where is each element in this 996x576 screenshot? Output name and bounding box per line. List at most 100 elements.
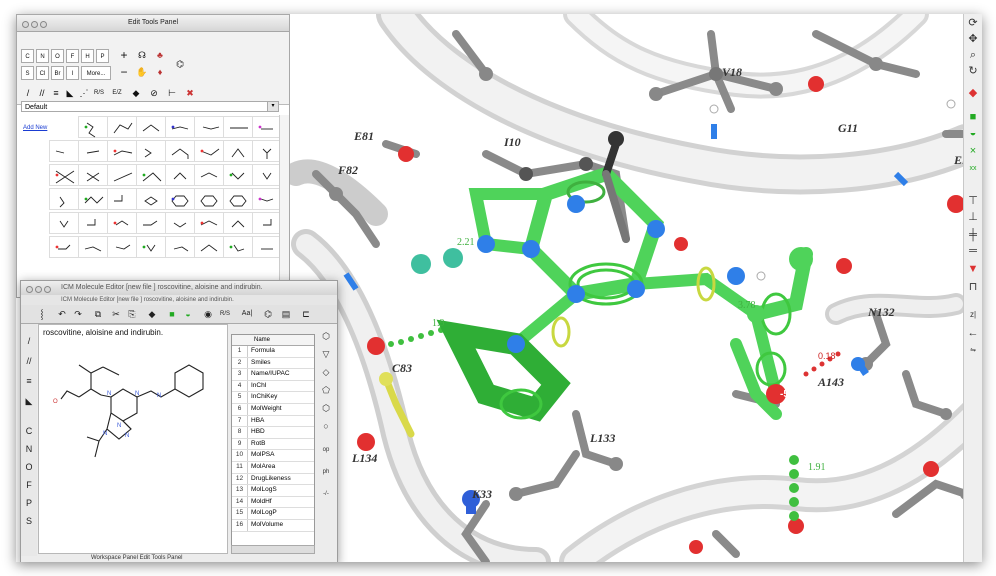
- fragment-cell[interactable]: [165, 212, 195, 234]
- fragment-cell[interactable]: [165, 236, 195, 258]
- delete-icon[interactable]: ✖: [183, 86, 197, 100]
- align-bottom-icon[interactable]: ═: [966, 244, 980, 258]
- fragment-cell[interactable]: [165, 164, 195, 186]
- close-button[interactable]: [26, 286, 33, 293]
- fragment-cell[interactable]: [107, 236, 137, 258]
- fragment-cell[interactable]: [194, 164, 224, 186]
- zoom-button[interactable]: [44, 286, 51, 293]
- pentagon-tool-icon[interactable]: ⬠: [319, 383, 333, 397]
- bond-length-icon[interactable]: ⊢: [165, 86, 179, 100]
- cut-icon[interactable]: ✂: [109, 307, 123, 321]
- edit-tools-panel-titlebar[interactable]: Edit Tools Panel: [17, 15, 289, 32]
- fragment-cell[interactable]: [136, 188, 166, 210]
- fragment-cell[interactable]: [78, 236, 108, 258]
- molecule-2d-canvas[interactable]: roscovitine, aloisine and indirubin. N N…: [38, 324, 228, 554]
- add-new-link[interactable]: Add New: [23, 125, 47, 131]
- property-row[interactable]: 14 MoldHf: [232, 496, 314, 509]
- fragment-cell[interactable]: [78, 188, 108, 210]
- fragment-cell[interactable]: [136, 164, 166, 186]
- triple-bond-icon[interactable]: ≡: [49, 86, 63, 100]
- molecule-editor-titlebar[interactable]: ICM Molecule Editor [new file ] roscovit…: [21, 281, 337, 295]
- move-group-icon[interactable]: ♣: [153, 48, 167, 62]
- no-entry-icon[interactable]: ⊘: [147, 86, 161, 100]
- property-row[interactable]: 2 Smiles: [232, 357, 314, 370]
- element-button-s[interactable]: S: [21, 66, 34, 80]
- rotate-icon[interactable]: ⟳: [966, 16, 980, 30]
- redo-icon[interactable]: ↷: [71, 307, 85, 321]
- color-icon[interactable]: ▼: [966, 262, 980, 276]
- triangle-tool-icon[interactable]: ▽: [319, 347, 333, 361]
- close-button[interactable]: [22, 21, 29, 28]
- reset-view-icon[interactable]: ↻: [966, 64, 980, 78]
- triple-bond-icon[interactable]: ≡: [23, 376, 35, 386]
- fragment-cell[interactable]: [223, 188, 253, 210]
- fragment-cell[interactable]: [107, 164, 137, 186]
- lasso-icon[interactable]: ☊: [135, 48, 149, 62]
- misc-icon[interactable]: ⇋: [966, 344, 980, 358]
- zoom-z-icon[interactable]: z|: [966, 308, 980, 322]
- add-atom-icon[interactable]: +: [117, 48, 131, 62]
- display-icon[interactable]: ◆: [966, 86, 980, 100]
- phe-icon[interactable]: ph: [319, 465, 333, 479]
- fragment-cell[interactable]: [78, 212, 108, 234]
- chevron-down-icon[interactable]: ▾: [267, 102, 278, 111]
- circle-tool-icon[interactable]: ○: [319, 419, 333, 433]
- atom-button-f[interactable]: F: [23, 480, 35, 490]
- charge-icon[interactable]: ♦: [153, 65, 167, 79]
- fragment-cell[interactable]: [165, 140, 195, 162]
- single-bond-icon[interactable]: /: [21, 86, 35, 100]
- fragment-cell[interactable]: [194, 212, 224, 234]
- close-green-icon[interactable]: ×: [966, 144, 980, 158]
- fragment-cell[interactable]: [136, 236, 166, 258]
- fragment-cell[interactable]: [165, 188, 195, 210]
- lock-icon[interactable]: ⊓: [966, 280, 980, 294]
- property-row[interactable]: 3 Name/IUPAC: [232, 369, 314, 381]
- fragment-cell[interactable]: [49, 188, 79, 210]
- clean-structure-icon[interactable]: ⌬: [173, 57, 187, 71]
- property-row[interactable]: 16 MolVolume: [232, 519, 314, 532]
- fragment-cell[interactable]: [252, 236, 282, 258]
- property-row[interactable]: 4 InChI: [232, 380, 314, 393]
- align-center-icon[interactable]: ╪: [966, 228, 980, 242]
- hash-bond-icon[interactable]: ⋰: [77, 86, 91, 100]
- fragment-cell[interactable]: [252, 212, 282, 234]
- property-row[interactable]: 6 MolWeight: [232, 403, 314, 416]
- hexagon-tool-icon[interactable]: ⬡: [319, 329, 333, 343]
- fragment-cell[interactable]: [252, 140, 282, 162]
- arrow-left-icon[interactable]: ←: [966, 326, 980, 340]
- element-button-i[interactable]: I: [66, 66, 79, 80]
- table-icon[interactable]: ▤: [279, 307, 293, 321]
- copy-icon[interactable]: ⧉: [91, 307, 105, 321]
- display-2d-icon[interactable]: ■: [165, 307, 179, 321]
- charge-minus-icon[interactable]: -/-: [319, 487, 333, 501]
- fragment-set-select[interactable]: Default ▾: [21, 101, 279, 112]
- ribbon-icon[interactable]: ■: [966, 110, 980, 124]
- property-row[interactable]: 1 Formula: [232, 346, 314, 358]
- rs-button[interactable]: R/S: [91, 86, 107, 100]
- minimize-button[interactable]: [31, 21, 38, 28]
- element-button-n[interactable]: N: [36, 49, 49, 63]
- fragment-cell[interactable]: [107, 116, 137, 138]
- atom-button-n[interactable]: N: [23, 444, 35, 454]
- hexagon-tool-icon-2[interactable]: ⬡: [319, 401, 333, 415]
- fragment-cell[interactable]: [223, 116, 253, 138]
- more-elements-button[interactable]: More...: [81, 66, 111, 80]
- minimize-panel-icon[interactable]: ⊏: [299, 307, 313, 321]
- fragment-cell[interactable]: [165, 116, 195, 138]
- property-row[interactable]: 13 MolLogS: [232, 485, 314, 497]
- fragment-cell[interactable]: [136, 212, 166, 234]
- eraser-icon[interactable]: ◆: [145, 307, 159, 321]
- fragment-cell[interactable]: [223, 236, 253, 258]
- element-button-p[interactable]: P: [96, 49, 109, 63]
- element-button-br[interactable]: Br: [51, 66, 64, 80]
- fragment-cell[interactable]: [78, 116, 108, 138]
- rs-button[interactable]: R/S: [217, 307, 233, 321]
- element-button-h[interactable]: H: [81, 49, 94, 63]
- fragment-cell[interactable]: [78, 164, 108, 186]
- zoom-button[interactable]: [40, 21, 47, 28]
- property-row[interactable]: 8 HBD: [232, 427, 314, 439]
- wedge-bond-icon[interactable]: ◣: [63, 86, 77, 100]
- ez-button[interactable]: E/Z: [109, 86, 125, 100]
- fragment-cell[interactable]: [223, 164, 253, 186]
- undo-icon[interactable]: ↶: [55, 307, 69, 321]
